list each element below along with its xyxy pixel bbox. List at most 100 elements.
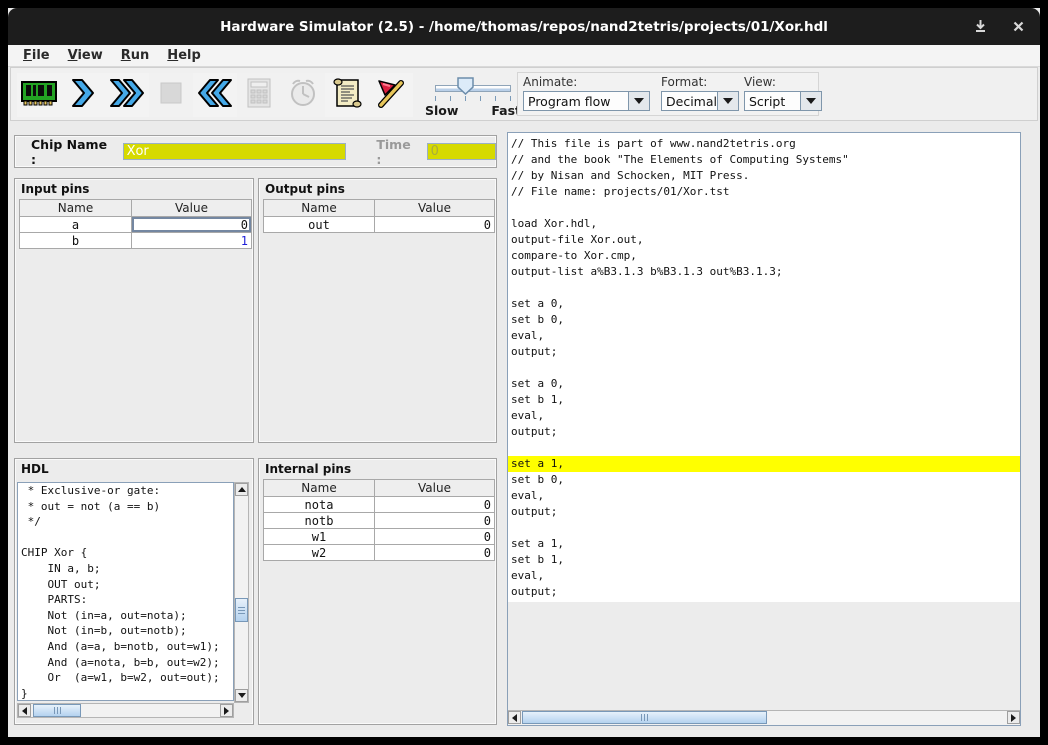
script-code-line: output;: [508, 584, 1020, 600]
scroll-up-button[interactable]: [235, 483, 248, 496]
script-code-line: set b 1,: [508, 392, 1020, 408]
speed-slider: Slow Fast: [425, 74, 521, 118]
hdl-title: HDL: [15, 459, 253, 478]
close-icon: [1013, 17, 1024, 36]
app-window: Hardware Simulator (2.5) - /home/thomas/…: [8, 8, 1040, 737]
column-header-name: Name: [20, 200, 132, 217]
script-code-line: eval,: [508, 408, 1020, 424]
arrow-right-icon: [224, 707, 229, 715]
menu-view[interactable]: View: [59, 46, 112, 65]
scroll-right-button[interactable]: [1007, 711, 1020, 724]
pin-row: w10: [264, 529, 495, 545]
scroll-right-button[interactable]: [220, 704, 233, 717]
scroll-left-button[interactable]: [508, 711, 521, 724]
script-code-line: set b 0,: [508, 312, 1020, 328]
animate-label: Animate:: [523, 75, 650, 91]
pin-value-cell[interactable]: 0: [132, 217, 252, 233]
script-pane: // This file is part of www.nand2tetris.…: [507, 132, 1021, 726]
script-code-line: // by Nisan and Schocken, MIT Press.: [508, 168, 1020, 184]
scroll-left-button[interactable]: [18, 704, 31, 717]
pin-name-cell: notb: [264, 513, 375, 529]
arrow-down-icon: [238, 693, 246, 698]
stop-icon: [159, 81, 183, 109]
chip-name-field[interactable]: Xor: [123, 143, 347, 160]
single-step-button[interactable]: [61, 73, 105, 117]
script-code-line: [508, 440, 1020, 456]
hdl-code-line: And (a=a, b=notb, out=w1);: [18, 639, 233, 655]
pin-value-cell[interactable]: 0: [375, 529, 495, 545]
slider-slow-label: Slow: [425, 103, 458, 118]
input-pins-title: Input pins: [15, 179, 253, 198]
hdl-code-line: */: [18, 514, 233, 530]
hdl-code-line: CHIP Xor {: [18, 545, 233, 561]
stop-button: [149, 73, 193, 117]
hdl-horizontal-scrollbar[interactable]: [17, 703, 234, 718]
format-select[interactable]: Decimal: [661, 91, 739, 111]
pin-name-cell: w1: [264, 529, 375, 545]
chip-header-panel: Chip Name : Xor Time : 0: [14, 135, 497, 168]
pin-value-cell[interactable]: 0: [375, 513, 495, 529]
hdl-code-line: IN a, b;: [18, 561, 233, 577]
screenshot-frame: Hardware Simulator (2.5) - /home/thomas/…: [0, 0, 1048, 745]
menu-file[interactable]: File: [14, 46, 59, 65]
scroll-down-button[interactable]: [235, 689, 248, 702]
script-code-line: set a 1,: [508, 456, 1020, 472]
clock-icon: [288, 78, 318, 112]
view-label: View:: [744, 75, 822, 91]
minimize-icon: [974, 17, 987, 36]
pin-value-cell[interactable]: 0: [375, 545, 495, 561]
breakpoints-button[interactable]: [369, 73, 413, 117]
column-header-name: Name: [264, 200, 375, 217]
format-value: Decimal: [662, 92, 717, 110]
pin-name-cell: b: [20, 233, 132, 249]
hdl-vscroll-thumb[interactable]: [235, 598, 248, 622]
script-code-line: [508, 520, 1020, 536]
flag-icon: [375, 77, 407, 113]
pin-name-cell: nota: [264, 497, 375, 513]
view-select[interactable]: Script: [744, 91, 822, 111]
hdl-code-line: And (a=nota, b=b, out=w2);: [18, 655, 233, 671]
run-button[interactable]: [105, 73, 149, 117]
script-code-line: output;: [508, 424, 1020, 440]
script-view[interactable]: // This file is part of www.nand2tetris.…: [508, 133, 1020, 710]
titlebar: Hardware Simulator (2.5) - /home/thomas/…: [8, 8, 1040, 45]
hdl-hscroll-thumb[interactable]: [33, 704, 81, 717]
output-pins-table: Name Value out0: [263, 199, 495, 233]
script-code-line: set a 0,: [508, 296, 1020, 312]
hdl-vertical-scrollbar[interactable]: [234, 482, 249, 703]
load-script-button[interactable]: [325, 73, 369, 117]
script-code-line: // File name: projects/01/Xor.tst: [508, 184, 1020, 200]
clock-button: [281, 73, 325, 117]
script-hscroll-thumb[interactable]: [522, 711, 767, 724]
menu-run[interactable]: Run: [112, 46, 159, 65]
close-button[interactable]: [1010, 19, 1026, 35]
animate-select[interactable]: Program flow: [523, 91, 650, 111]
time-label: Time :: [376, 137, 419, 167]
input-pins-panel: Input pins Name Value a0b1: [14, 178, 254, 443]
script-code-line: set b 0,: [508, 472, 1020, 488]
output-pins-title: Output pins: [259, 179, 496, 198]
script-horizontal-scrollbar[interactable]: [508, 710, 1020, 725]
scrollbar-corner: [234, 703, 250, 718]
script-code-line: set a 0,: [508, 376, 1020, 392]
hdl-code-line: [18, 530, 233, 546]
menu-help[interactable]: Help: [158, 46, 209, 65]
reset-button[interactable]: [193, 73, 237, 117]
pin-name-cell: out: [264, 217, 375, 233]
pin-value-cell[interactable]: 0: [375, 217, 495, 233]
minimize-button[interactable]: [972, 19, 988, 35]
load-chip-button[interactable]: [17, 73, 61, 117]
rewind-icon: [197, 78, 233, 112]
arrow-left-icon: [512, 714, 517, 722]
pin-value-cell[interactable]: 0: [375, 497, 495, 513]
pin-row: notb0: [264, 513, 495, 529]
pin-value-cell[interactable]: 1: [132, 233, 252, 249]
script-code-line: output-file Xor.out,: [508, 232, 1020, 248]
script-code-line: output;: [508, 344, 1020, 360]
column-header-value: Value: [132, 200, 252, 217]
animate-value: Program flow: [524, 92, 628, 110]
hdl-code-view[interactable]: * Exclusive-or gate: * out = not (a == b…: [17, 482, 234, 701]
script-code[interactable]: // This file is part of www.nand2tetris.…: [508, 133, 1020, 602]
slider-thumb[interactable]: [457, 77, 474, 95]
chevron-down-icon: [800, 92, 821, 110]
